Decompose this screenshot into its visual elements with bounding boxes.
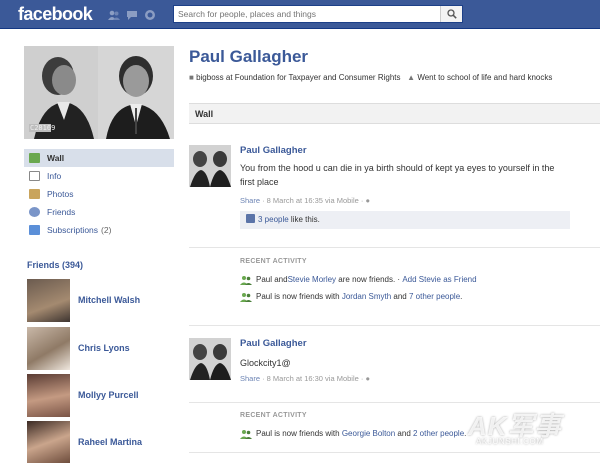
nav-label-wall: Wall — [47, 153, 65, 163]
likes-bar: 3 people like this. — [240, 211, 570, 229]
other-people-link[interactable]: 2 other people — [413, 429, 464, 438]
friend-requests-icon[interactable] — [108, 9, 120, 21]
friend-avatar[interactable] — [27, 278, 70, 322]
watermark-url: AKJUNSHI.COM — [476, 437, 544, 446]
post-author-avatar[interactable] — [189, 338, 231, 380]
friend-link[interactable]: Georgie Bolton — [342, 429, 395, 438]
briefcase-icon: ■ — [189, 73, 194, 82]
friend-avatar[interactable] — [27, 326, 70, 370]
messages-icon[interactable] — [126, 9, 138, 21]
nav-item-subscriptions[interactable]: Subscriptions (2) — [24, 221, 174, 239]
friend-item[interactable]: Raheel Martina — [27, 420, 177, 463]
globe-icon: ● — [365, 196, 371, 205]
profile-name: Paul Gallagher — [189, 47, 309, 66]
divider — [189, 247, 600, 248]
friend-avatar[interactable] — [27, 420, 70, 463]
search-button[interactable] — [440, 6, 462, 22]
wall-icon — [29, 153, 40, 163]
activity-text: Paul and — [256, 275, 288, 284]
recent-activity: RECENT ACTIVITY Paul and Stevie Morley a… — [240, 258, 600, 305]
nav-label-subscriptions: Subscriptions — [47, 225, 99, 235]
friend-name[interactable]: Raheel Martina — [78, 437, 142, 447]
facebook-logo[interactable]: facebook — [18, 4, 93, 25]
graduation-cap-icon: ▲ — [407, 73, 416, 82]
like-thumb-icon — [246, 214, 255, 223]
photo-caption: C28169 — [30, 124, 56, 132]
friends-icon — [29, 207, 40, 217]
activity-text: and — [391, 292, 409, 301]
divider — [189, 325, 600, 326]
profile-summary: ■ bigboss at Foundation for Taxpayer and… — [189, 72, 594, 84]
friends-activity-icon — [240, 429, 252, 439]
nav-item-friends[interactable]: Friends — [24, 203, 174, 221]
globe-icon: ● — [365, 374, 371, 383]
profile-picture[interactable]: C28169 — [24, 46, 174, 139]
friend-avatar[interactable] — [27, 373, 70, 417]
subscriptions-icon — [29, 225, 40, 235]
activity-row: Paul and Stevie Morley are now friends. … — [240, 271, 600, 288]
info-icon — [29, 171, 40, 181]
activity-text: Paul is now friends with — [256, 429, 342, 438]
post-author[interactable]: Paul Gallagher — [240, 338, 307, 349]
nav-label-info: Info — [47, 171, 62, 181]
friends-heading[interactable]: Friends (394) — [27, 260, 83, 270]
likes-text: like this. — [288, 215, 320, 224]
notifications-icon[interactable] — [144, 9, 156, 21]
watermark: AK军事 AKJUNSHI.COM — [464, 406, 592, 448]
activity-text: Paul is now friends with — [256, 292, 342, 301]
jewel-icons — [108, 9, 156, 21]
friend-link[interactable]: Jordan Smyth — [342, 292, 391, 301]
post-timestamp: · 8 March at 16:35 via Mobile · — [260, 196, 366, 205]
school-text: Went to school of life and hard knocks — [417, 73, 553, 82]
top-bar: facebook — [0, 0, 600, 29]
activity-text: are now friends. · — [336, 275, 403, 284]
nav-label-photos: Photos — [47, 189, 74, 199]
friends-activity-icon — [240, 292, 252, 302]
divider — [189, 452, 600, 453]
post-author[interactable]: Paul Gallagher — [240, 145, 307, 156]
friend-name[interactable]: Mollyy Purcell — [78, 390, 139, 400]
nav-item-info[interactable]: Info — [24, 167, 174, 185]
friend-name[interactable]: Chris Lyons — [78, 343, 130, 353]
search-input[interactable] — [174, 6, 436, 22]
profile-nav: Wall Info Photos Friends Subscriptions (… — [24, 149, 174, 239]
share-link[interactable]: Share — [240, 374, 260, 383]
friends-activity-icon — [240, 275, 252, 285]
post-timestamp: · 8 March at 16:30 via Mobile · — [260, 374, 366, 383]
friend-item[interactable]: Mitchell Walsh — [27, 278, 177, 322]
post-meta: Share · 8 March at 16:30 via Mobile · ● — [240, 374, 370, 383]
search-icon — [447, 9, 457, 19]
wall-post: Paul Gallagher Glockcity1@ Share · 8 Mar… — [189, 338, 600, 398]
nav-item-wall[interactable]: Wall — [24, 149, 174, 167]
add-friend-link[interactable]: Add Stevie as Friend — [402, 275, 476, 284]
work-text: bigboss at Foundation for Taxpayer and C… — [196, 73, 401, 82]
other-people-link[interactable]: 7 other people — [409, 292, 460, 301]
activity-text: . — [460, 292, 463, 301]
activity-text: and — [395, 429, 413, 438]
likes-link[interactable]: 3 people — [258, 215, 289, 224]
post-message: Glockcity1@ — [240, 358, 291, 368]
subscriptions-count: (2) — [101, 225, 112, 235]
post-message: You from the hood u can die in ya birth … — [240, 163, 555, 187]
wall-section-header: Wall — [189, 103, 600, 124]
recent-activity-heading: RECENT ACTIVITY — [240, 258, 307, 265]
friend-item[interactable]: Mollyy Purcell — [27, 373, 177, 417]
wall-post: Paul Gallagher You from the hood u can d… — [189, 145, 600, 240]
post-meta: Share · 8 March at 16:35 via Mobile · ● — [240, 196, 370, 205]
nav-item-photos[interactable]: Photos — [24, 185, 174, 203]
share-link[interactable]: Share — [240, 196, 260, 205]
search-box — [173, 5, 463, 23]
friend-item[interactable]: Chris Lyons — [27, 326, 177, 370]
post-author-avatar[interactable] — [189, 145, 231, 187]
friend-name[interactable]: Mitchell Walsh — [78, 295, 140, 305]
divider — [189, 402, 600, 403]
friend-link[interactable]: Stevie Morley — [288, 275, 336, 284]
photos-icon — [29, 189, 40, 199]
activity-row: Paul is now friends with Jordan Smyth an… — [240, 288, 600, 305]
nav-label-friends: Friends — [47, 207, 76, 217]
